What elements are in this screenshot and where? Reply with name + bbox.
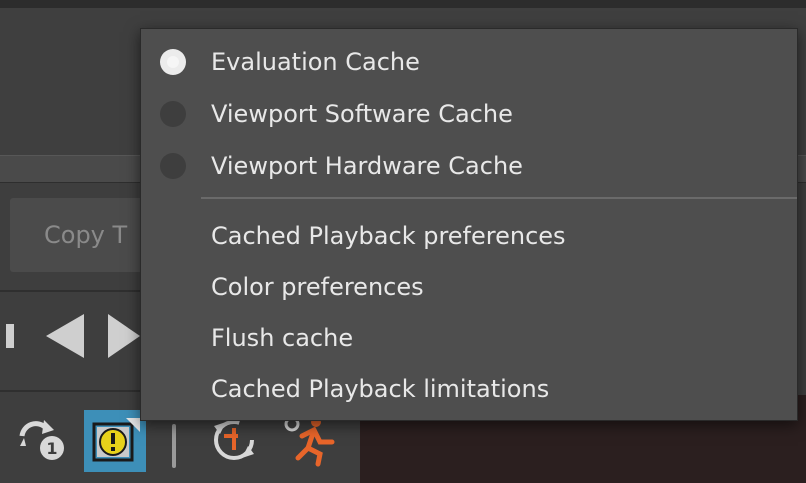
play-back-icon[interactable] [42, 306, 90, 366]
menu-item-flush-cache[interactable]: Flush cache [141, 313, 797, 363]
menu-separator [201, 197, 797, 199]
loop-once-icon[interactable]: 1 [14, 412, 70, 468]
cache-mode-menu: Evaluation Cache Viewport Software Cache… [140, 28, 798, 421]
menu-item-evaluation-cache[interactable]: Evaluation Cache [141, 37, 797, 87]
menu-item-color-preferences[interactable]: Color preferences [141, 262, 797, 312]
svg-text:1: 1 [46, 439, 57, 458]
radio-unselected-icon [160, 101, 186, 127]
row-divider [0, 290, 140, 292]
menu-item-label: Color preferences [211, 273, 424, 301]
toolbar-divider [172, 424, 176, 468]
cache-toggle-button[interactable] [84, 410, 146, 472]
menu-item-cached-playback-preferences[interactable]: Cached Playback preferences [141, 211, 797, 261]
row-divider [0, 390, 140, 392]
menu-item-label: Viewport Software Cache [211, 100, 513, 128]
menu-item-viewport-hardware-cache[interactable]: Viewport Hardware Cache [141, 141, 797, 191]
radio-selected-icon [160, 49, 186, 75]
cache-warning-icon [92, 418, 140, 462]
menu-item-cached-playback-limitations[interactable]: Cached Playback limitations [141, 364, 797, 414]
step-back-icon[interactable] [0, 306, 20, 366]
menu-item-label: Viewport Hardware Cache [211, 152, 523, 180]
menu-item-label: Cached Playback limitations [211, 375, 550, 403]
play-forward-icon[interactable] [104, 306, 140, 366]
menu-item-label: Cached Playback preferences [211, 222, 566, 250]
menu-item-label: Evaluation Cache [211, 48, 420, 76]
radio-unselected-icon [160, 153, 186, 179]
menu-item-viewport-software-cache[interactable]: Viewport Software Cache [141, 89, 797, 139]
menu-item-label: Flush cache [211, 324, 354, 352]
